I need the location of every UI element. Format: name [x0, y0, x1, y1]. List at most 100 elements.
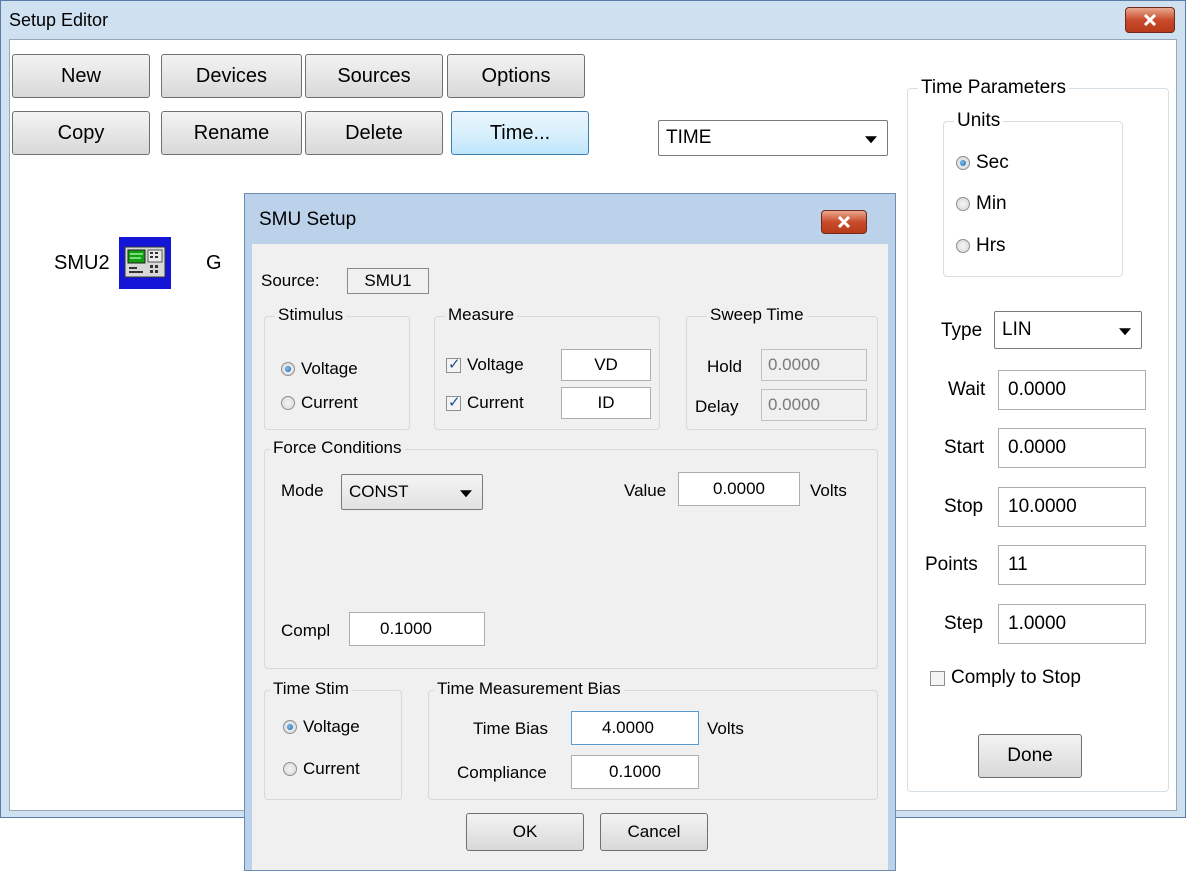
force-value-input[interactable]: 0.0000	[678, 472, 800, 506]
points-input[interactable]: 11	[998, 545, 1146, 585]
radio-selected-icon	[281, 362, 295, 376]
devices-button[interactable]: Devices	[161, 54, 302, 98]
measure-title: Measure	[445, 305, 518, 325]
force-mode-select[interactable]: CONST	[341, 474, 483, 510]
close-icon	[1143, 14, 1157, 26]
instrument-icon	[124, 246, 166, 278]
radio-selected-icon	[283, 720, 297, 734]
smu-setup-dialog: SMU Setup Source: SMU1 Stimulus Voltage …	[244, 193, 896, 871]
compl-input[interactable]: 0.1000	[349, 612, 485, 646]
sweep-time-group: Sweep Time Hold 0.0000 Delay 0.0000	[686, 305, 878, 430]
delay-input: 0.0000	[761, 389, 867, 421]
checkbox-checked-icon	[446, 393, 461, 411]
time-bias-value: 4.0000	[602, 718, 654, 737]
time-bias-unit-label: Volts	[707, 719, 744, 738]
start-label: Start	[944, 437, 985, 458]
points-label: Points	[925, 554, 978, 575]
measure-voltage-name-input[interactable]: VD	[561, 349, 651, 381]
dialog-client-area: Source: SMU1 Stimulus Voltage Current Me…	[252, 244, 888, 870]
units-title: Units	[954, 110, 1004, 132]
mode-select-value: TIME	[666, 127, 712, 148]
radio-icon	[281, 396, 295, 410]
step-label: Step	[944, 613, 984, 634]
stimulus-voltage-radio[interactable]: Voltage	[281, 359, 358, 379]
radio-icon	[956, 239, 970, 253]
close-button[interactable]	[1125, 7, 1175, 33]
compl-label: Compl	[281, 621, 331, 640]
dialog-title-bar: SMU Setup	[245, 194, 895, 242]
units-sec-radio[interactable]: Sec	[956, 152, 1009, 174]
close-icon	[837, 216, 851, 228]
comply-to-stop-label: Comply to Stop	[951, 667, 1081, 688]
checkbox-checked-icon	[446, 355, 461, 373]
measure-current-checkbox[interactable]: Current	[446, 393, 524, 413]
measure-voltage-checkbox[interactable]: Voltage	[446, 355, 524, 375]
type-label: Type	[941, 320, 983, 341]
mode-label: Mode	[281, 481, 324, 500]
time-stim-title: Time Stim	[270, 679, 352, 699]
type-select[interactable]: LIN	[994, 311, 1142, 349]
comply-to-stop-checkbox[interactable]: Comply to Stop	[930, 667, 1081, 689]
force-mode-value: CONST	[349, 482, 409, 501]
stimulus-title: Stimulus	[275, 305, 347, 325]
time-bias-label: Time Bias	[473, 719, 548, 738]
chevron-down-icon	[865, 136, 877, 144]
time-measurement-bias-title: Time Measurement Bias	[434, 679, 624, 699]
stimulus-group: Stimulus Voltage Current	[264, 305, 410, 430]
time-bias-input[interactable]: 4.0000	[571, 711, 699, 745]
dialog-close-button[interactable]	[821, 210, 867, 234]
sources-button[interactable]: Sources	[305, 54, 443, 98]
compliance-input[interactable]: 0.1000	[571, 755, 699, 789]
value-unit-label: Volts	[810, 481, 847, 500]
stimulus-voltage-label: Voltage	[301, 359, 358, 378]
options-button[interactable]: Options	[447, 54, 585, 98]
new-button[interactable]: New	[12, 54, 150, 98]
cancel-button[interactable]: Cancel	[600, 813, 708, 851]
time-parameters-title: Time Parameters	[918, 77, 1069, 99]
units-group: Units Sec Min Hrs	[943, 110, 1123, 277]
stimulus-current-radio[interactable]: Current	[281, 393, 358, 413]
hold-label: Hold	[707, 357, 742, 376]
time-stim-current-label: Current	[303, 759, 360, 778]
compliance-label: Compliance	[457, 763, 547, 782]
delay-label: Delay	[695, 397, 739, 416]
time-stim-voltage-label: Voltage	[303, 717, 360, 736]
radio-selected-icon	[956, 156, 970, 170]
time-stim-current-radio[interactable]: Current	[283, 759, 360, 779]
time-stim-voltage-radio[interactable]: Voltage	[283, 717, 360, 737]
type-select-value: LIN	[1002, 319, 1032, 340]
measure-current-label: Current	[467, 393, 524, 412]
time-stim-group: Time Stim Voltage Current	[264, 679, 402, 800]
measure-current-name-input[interactable]: ID	[561, 387, 651, 419]
delete-button[interactable]: Delete	[305, 111, 443, 155]
rename-button[interactable]: Rename	[161, 111, 302, 155]
step-input[interactable]: 1.0000	[998, 604, 1146, 644]
window-title: Setup Editor	[9, 10, 109, 30]
stop-label: Stop	[944, 496, 984, 517]
units-min-label: Min	[976, 193, 1007, 214]
radio-icon	[956, 197, 970, 211]
checkbox-icon	[930, 670, 945, 686]
mode-select[interactable]: TIME	[658, 120, 888, 156]
chevron-down-icon	[1119, 328, 1131, 336]
units-min-radio[interactable]: Min	[956, 193, 1007, 215]
units-hrs-radio[interactable]: Hrs	[956, 235, 1006, 257]
wait-input[interactable]: 0.0000	[998, 370, 1146, 410]
source-field: SMU1	[347, 268, 429, 294]
copy-button[interactable]: Copy	[12, 111, 150, 155]
stop-input[interactable]: 10.0000	[998, 487, 1146, 527]
time-button[interactable]: Time...	[451, 111, 589, 155]
start-input[interactable]: 0.0000	[998, 428, 1146, 468]
hold-input: 0.0000	[761, 349, 867, 381]
chevron-down-icon	[460, 490, 472, 498]
ok-button[interactable]: OK	[466, 813, 584, 851]
title-bar: Setup Editor	[1, 1, 1185, 39]
done-button[interactable]: Done	[978, 734, 1082, 778]
force-conditions-group: Force Conditions Mode CONST Value 0.0000…	[264, 438, 878, 669]
time-measurement-bias-group: Time Measurement Bias Time Bias 4.0000 V…	[428, 679, 878, 800]
measure-group: Measure Voltage VD Current ID	[434, 305, 660, 430]
sweep-time-title: Sweep Time	[707, 305, 807, 325]
source-label: Source:	[261, 271, 320, 290]
force-conditions-title: Force Conditions	[270, 438, 405, 458]
smu-device-icon[interactable]	[119, 237, 171, 289]
